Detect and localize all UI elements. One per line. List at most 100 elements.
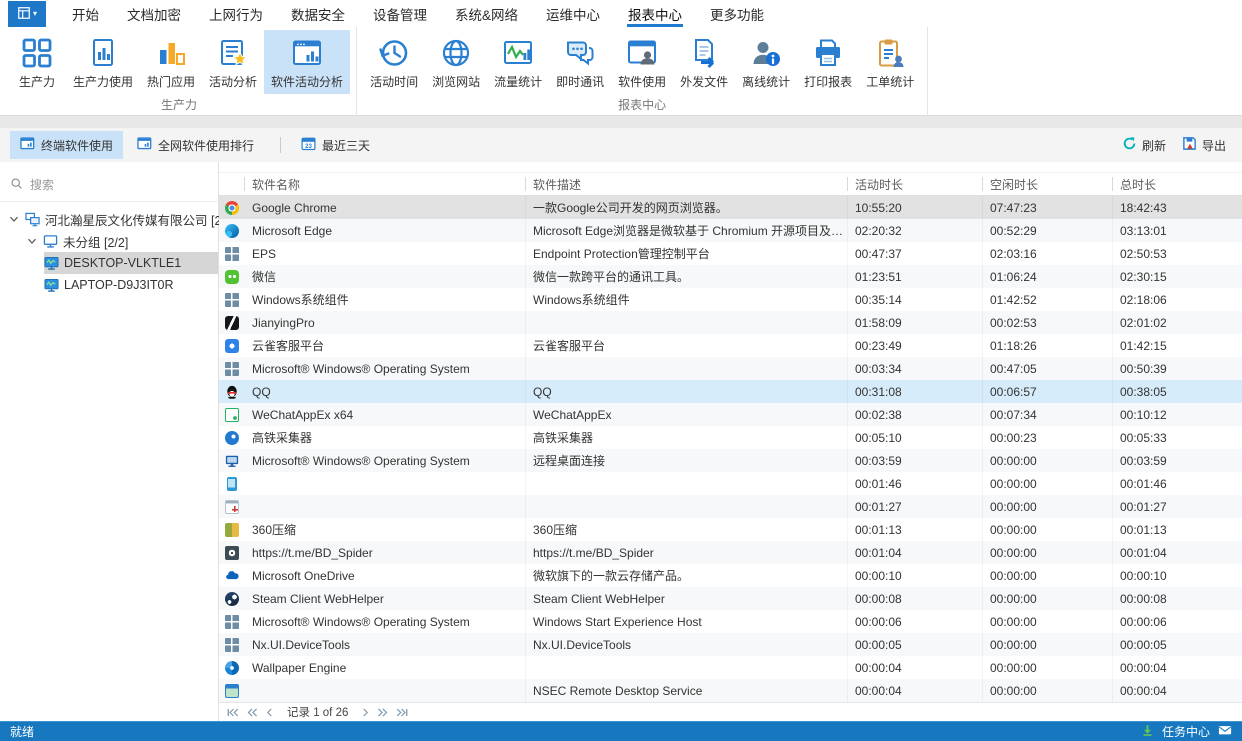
- table-row[interactable]: QQQQ00:31:0800:06:5700:38:05: [219, 380, 1242, 403]
- software-desc-cell-text: Microsoft Edge浏览器是微软基于 Chromium 开源项目及其他开…: [533, 222, 847, 239]
- active-duration-cell-text: 00:23:49: [855, 339, 902, 353]
- last-page-button[interactable]: [396, 708, 408, 717]
- ribbon-item-work-order-stats[interactable]: 工单统计: [859, 30, 921, 94]
- table-row[interactable]: JianyingPro01:58:0900:02:5302:01:02: [219, 311, 1242, 334]
- menu-item-system-network[interactable]: 系统&网络: [441, 0, 532, 27]
- tab-network-software-ranking[interactable]: 全网软件使用排行: [127, 131, 264, 159]
- table-row[interactable]: Microsoft OneDrive微软旗下的一款云存储产品。00:00:100…: [219, 564, 1242, 587]
- ribbon-item-productivity[interactable]: 生产力: [8, 30, 66, 94]
- table-row[interactable]: Nx.UI.DeviceToolsNx.UI.DeviceTools00:00:…: [219, 633, 1242, 656]
- idle-duration-cell-text: 00:00:00: [990, 546, 1037, 560]
- total-duration-cell-text: 00:00:06: [1120, 615, 1167, 629]
- software-desc-cell: Endpoint Protection管理控制平台: [525, 242, 847, 265]
- table-row[interactable]: WeChatAppEx x64WeChatAppEx00:02:3800:07:…: [219, 403, 1242, 426]
- table-row[interactable]: 高铁采集器高铁采集器00:05:1000:00:2300:05:33: [219, 426, 1242, 449]
- user-info-icon: [749, 36, 783, 70]
- export-button[interactable]: 导出: [1182, 136, 1226, 154]
- ribbon-item-offline-stats[interactable]: 离线统计: [735, 30, 797, 94]
- tree-node-desktop-vlktle1[interactable]: DESKTOP-VLKTLE1: [0, 252, 218, 274]
- table-row[interactable]: Steam Client WebHelperSteam Client WebHe…: [219, 587, 1242, 610]
- idle-duration-cell: 00:00:00: [982, 518, 1112, 541]
- ribbon-item-productivity-usage[interactable]: 生产力使用: [66, 30, 140, 94]
- total-duration-cell-text: 01:42:15: [1120, 339, 1167, 353]
- idle-duration-cell: 00:00:23: [982, 426, 1112, 449]
- column-header-2[interactable]: 软件描述: [525, 173, 847, 195]
- menu-item-device-mgmt[interactable]: 设备管理: [359, 0, 441, 27]
- app-icon-cell: [219, 265, 244, 288]
- table-row[interactable]: 云雀客服平台云雀客服平台00:23:4901:18:2601:42:15: [219, 334, 1242, 357]
- search-input[interactable]: [30, 178, 208, 192]
- window-chart-icon: [290, 36, 324, 70]
- ribbon-item-activity-time[interactable]: 活动时间: [363, 30, 425, 94]
- menu-item-data-security[interactable]: 数据安全: [277, 0, 359, 27]
- ribbon-item-hot-apps[interactable]: 热门应用: [140, 30, 202, 94]
- table-row[interactable]: Microsoft EdgeMicrosoft Edge浏览器是微软基于 Chr…: [219, 219, 1242, 242]
- column-header-3[interactable]: 活动时长: [847, 173, 982, 195]
- ribbon-item-software-activity-analysis[interactable]: 软件活动分析: [264, 30, 350, 94]
- ribbon-item-software-usage[interactable]: 软件使用: [611, 30, 673, 94]
- chevron-down-icon[interactable]: [8, 214, 20, 224]
- tree-node-company-node[interactable]: 河北瀚星辰文化传媒有限公司 [2/2]: [0, 208, 218, 230]
- fast-prev-button[interactable]: [247, 708, 258, 717]
- menu-item-more-features[interactable]: 更多功能: [696, 0, 778, 27]
- table-row[interactable]: NSEC Remote Desktop Service00:00:0400:00…: [219, 679, 1242, 702]
- first-page-button[interactable]: [227, 708, 239, 717]
- download-arrow-icon: [1141, 724, 1154, 740]
- app-icon-cell: [219, 334, 244, 357]
- app-menu-button[interactable]: ▾: [8, 1, 46, 27]
- table-row[interactable]: Microsoft® Windows® Operating System远程桌面…: [219, 449, 1242, 472]
- tab-terminal-software-usage[interactable]: 终端软件使用: [10, 131, 123, 159]
- ribbon-item-activity-analysis[interactable]: 活动分析: [202, 30, 264, 94]
- tree-node-laptop-d9j3it0r[interactable]: LAPTOP-D9J3IT0R: [0, 274, 218, 296]
- table-row[interactable]: https://t.me/BD_Spiderhttps://t.me/BD_Sp…: [219, 541, 1242, 564]
- prev-page-button[interactable]: [266, 708, 273, 717]
- tab-label: 终端软件使用: [41, 137, 113, 154]
- fast-next-button[interactable]: [377, 708, 388, 717]
- chevron-down-icon[interactable]: [26, 236, 38, 246]
- ribbon-item-label: 工单统计: [866, 73, 914, 90]
- ribbon-item-outgoing-files[interactable]: 外发文件: [673, 30, 735, 94]
- active-duration-cell-text: 01:23:51: [855, 270, 902, 284]
- total-duration-cell: 03:13:01: [1112, 219, 1242, 242]
- menu-item-ops-center[interactable]: 运维中心: [532, 0, 614, 27]
- menu-item-start[interactable]: 开始: [58, 0, 113, 27]
- table-row[interactable]: 00:01:2700:00:0000:01:27: [219, 495, 1242, 518]
- table-row[interactable]: Microsoft® Windows® Operating System00:0…: [219, 357, 1242, 380]
- menu-item-doc-encryption[interactable]: 文档加密: [113, 0, 195, 27]
- column-header-4[interactable]: 空闲时长: [982, 173, 1112, 195]
- date-filter-last-three-days[interactable]: 23 最近三天: [293, 131, 378, 159]
- table-row[interactable]: 微信微信一款跨平台的通讯工具。01:23:5101:06:2402:30:15: [219, 265, 1242, 288]
- next-page-button[interactable]: [362, 708, 369, 717]
- ribbon-item-instant-messaging[interactable]: 即时通讯: [549, 30, 611, 94]
- table-row[interactable]: Windows系统组件Windows系统组件00:35:1401:42:5202…: [219, 288, 1242, 311]
- menu-bar: ▾ 开始文档加密上网行为数据安全设备管理系统&网络运维中心报表中心更多功能: [0, 0, 1242, 27]
- menu-item-web-behavior[interactable]: 上网行为: [195, 0, 277, 27]
- ribbon-item-traffic-stats[interactable]: 流量统计: [487, 30, 549, 94]
- ribbon-item-print-reports[interactable]: 打印报表: [797, 30, 859, 94]
- yunque-icon: [225, 339, 239, 353]
- table-row[interactable]: EPSEndpoint Protection管理控制平台00:47:3702:0…: [219, 242, 1242, 265]
- idle-duration-cell-text: 00:47:05: [990, 362, 1037, 376]
- wechat-icon: [225, 270, 239, 284]
- task-center-button[interactable]: 任务中心: [1162, 723, 1210, 740]
- menu-item-report-center[interactable]: 报表中心: [614, 0, 696, 27]
- wallpaper-icon: [225, 661, 239, 675]
- column-header-5[interactable]: 总时长: [1112, 173, 1242, 195]
- software-desc-cell: Windows系统组件: [525, 288, 847, 311]
- table-row[interactable]: Google Chrome一款Google公司开发的网页浏览器。10:55:20…: [219, 196, 1242, 219]
- tree-node-ungrouped-node[interactable]: 未分组 [2/2]: [0, 230, 218, 252]
- table-row[interactable]: 360压缩360压缩00:01:1300:00:0000:01:13: [219, 518, 1242, 541]
- column-header-1[interactable]: 软件名称: [244, 173, 525, 195]
- software-name-cell: 高铁采集器: [244, 426, 525, 449]
- active-duration-cell: 00:00:04: [847, 679, 982, 702]
- software-desc-cell: https://t.me/BD_Spider: [525, 541, 847, 564]
- ribbon-item-browse-websites[interactable]: 浏览网站: [425, 30, 487, 94]
- mail-icon[interactable]: [1218, 723, 1232, 740]
- refresh-button[interactable]: 刷新: [1122, 136, 1166, 154]
- idle-duration-cell-text: 00:00:00: [990, 615, 1037, 629]
- table-row[interactable]: 00:01:4600:00:0000:01:46: [219, 472, 1242, 495]
- table-row[interactable]: Microsoft® Windows® Operating SystemWind…: [219, 610, 1242, 633]
- total-duration-cell-text: 00:50:39: [1120, 362, 1167, 376]
- table-row[interactable]: Wallpaper Engine00:00:0400:00:0000:00:04: [219, 656, 1242, 679]
- software-name-cell: Microsoft® Windows® Operating System: [244, 357, 525, 380]
